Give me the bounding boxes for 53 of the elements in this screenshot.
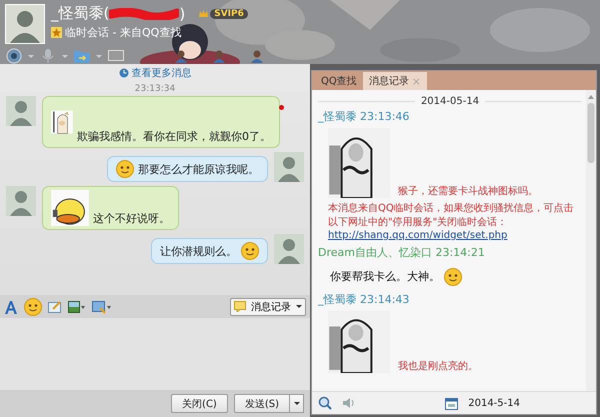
smiley-icon <box>241 242 259 260</box>
smiley-icon <box>116 160 134 178</box>
system-notice: 本消息来自QQ临时会话，如果您收到骚扰信息，可点击以下网址中的"停用服务"关闭临时会话： http://shang.qq.com/widget/set.php <box>328 202 576 242</box>
scrollbar-thumb <box>587 103 595 163</box>
more-messages-link[interactable]: 查看更多消息 <box>118 66 192 80</box>
screen-icon[interactable] <box>108 48 124 64</box>
image-icon <box>68 300 86 312</box>
contact-name: ) <box>179 4 186 22</box>
avatar-icon <box>6 96 36 126</box>
link[interactable]: http://shang.qq.com/widget/set.php <box>328 229 576 242</box>
send-button[interactable]: 发送(S) <box>234 394 290 413</box>
sender-line: _怪蜀黍 23:13:46 <box>318 109 410 124</box>
timestamp: 23:13:34 <box>134 84 176 94</box>
chat-icon <box>234 301 246 312</box>
microphone-icon[interactable] <box>40 48 56 64</box>
message-text: 让你潜规则么。 <box>160 244 237 258</box>
message-text: 欺骗我感情。看你在同求，就觐你0了。 <box>77 129 271 144</box>
sender-line: Dream自由人、忆染口 23:14:21 <box>318 244 486 260</box>
person-icon[interactable] <box>174 49 188 63</box>
message-text: 猴子，还需要卡斗战神图标吗。 <box>398 184 538 198</box>
avatar-icon <box>5 4 45 44</box>
contact-name: _怪蜀黍( <box>51 4 110 23</box>
camera-icon[interactable] <box>6 48 22 64</box>
smiley-icon <box>24 298 42 316</box>
avatar-icon <box>274 152 304 182</box>
history-button[interactable]: 消息记录 <box>230 298 306 316</box>
font-icon <box>4 300 18 314</box>
message-text: 这个不好说呀。 <box>93 211 170 226</box>
calendar-icon <box>445 396 458 410</box>
crown-icon <box>199 9 208 18</box>
screenshot-icon <box>92 300 112 314</box>
star-icon <box>51 27 62 38</box>
message-text: 我也是刚点亮的。 <box>398 360 478 372</box>
date-label: 2014-5-14 <box>468 398 520 408</box>
dropdown-button[interactable] <box>290 394 304 413</box>
avatar-icon <box>6 186 36 216</box>
search-icon <box>318 396 332 410</box>
message-text: 那要怎么才能原谅我呢。 <box>138 162 259 176</box>
sender-line: _怪蜀黍 23:14:43 <box>318 292 410 306</box>
smiley-icon <box>444 268 462 286</box>
close-button[interactable]: 关闭(C) <box>171 394 228 413</box>
message-text: 你要帮我卡么。大神。 <box>330 269 440 284</box>
scroll-up-icon <box>587 94 595 99</box>
session-info: 临时会话 - 来自QQ查找 <box>65 25 182 40</box>
tab[interactable]: QQ查找 <box>315 72 363 90</box>
clock-icon <box>118 68 128 78</box>
date-label: 2014-05-14 <box>420 96 480 107</box>
tab[interactable]: 消息记录 × <box>362 72 427 90</box>
avatar-icon <box>274 234 304 264</box>
message-input[interactable] <box>0 318 310 390</box>
edit-icon <box>48 300 62 314</box>
redaction-mark <box>109 8 180 20</box>
speaker-icon <box>342 396 356 410</box>
